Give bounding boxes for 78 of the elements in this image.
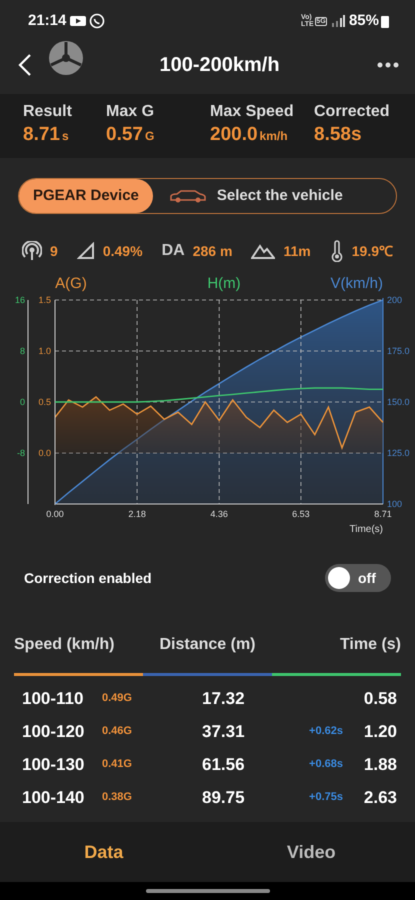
split-time: 2.63: [362, 786, 397, 809]
source-option[interactable]: PGEAR Device: [19, 179, 153, 213]
chat-icon: [89, 13, 106, 29]
stat-label: Max G: [106, 102, 156, 121]
tick-label: 8.71: [374, 509, 392, 519]
tick-label: 6.53: [292, 509, 310, 519]
thermometer-icon: [330, 240, 344, 262]
column-header: Time (s): [338, 635, 401, 655]
tick-label: 16: [14, 295, 25, 305]
video-icon: [70, 15, 86, 27]
tick-label: 200: [387, 295, 402, 305]
series-name: A(G): [55, 275, 87, 292]
column-header: Distance (m): [158, 635, 257, 655]
battery-icon: [381, 14, 389, 28]
split-time: 1.88: [362, 754, 397, 776]
clock-time: 21:14: [28, 10, 66, 31]
speed-range: 100-110: [22, 688, 84, 710]
stat-label: Result: [23, 102, 73, 121]
battery-level: 85%: [348, 10, 379, 31]
signal-icon: [330, 15, 345, 27]
split-time: 1.20: [362, 720, 397, 743]
g-value: 0.38G: [102, 790, 133, 806]
tick-label: 125.0: [387, 448, 410, 458]
tick-label: 100: [387, 499, 402, 509]
speed-range: 100-130: [22, 754, 86, 776]
correction-toggle[interactable]: off: [325, 564, 391, 592]
bottom-tab[interactable]: Data: [0, 822, 208, 882]
condition-value: 9: [50, 242, 58, 260]
split-time: 0.58: [362, 688, 397, 710]
screen-title: 100-200km/h: [158, 53, 281, 78]
tick-label: 0.0: [38, 448, 51, 458]
tick-label: 0.00: [46, 509, 64, 519]
tick-label: 8: [20, 346, 25, 356]
stat-value: 8.58s: [314, 123, 363, 147]
slope-icon: [76, 242, 95, 260]
tick-label: 150.0: [387, 397, 410, 407]
condition-value: 286 m: [192, 242, 232, 260]
distance-value: 17.32: [202, 688, 246, 710]
condition-label: DA: [162, 241, 185, 261]
tick-label: 0: [20, 397, 25, 407]
g-value: 0.41G: [102, 757, 133, 772]
bottom-tab[interactable]: Video: [208, 822, 415, 882]
satellite-icon: [22, 241, 42, 261]
stat-value: 8.71 s: [23, 123, 70, 147]
more-icon[interactable]: [377, 62, 399, 68]
stat-value: 0.57 G: [106, 123, 156, 147]
time-delta: +0.62s: [309, 724, 343, 740]
tick-label: 0.5: [38, 397, 51, 407]
tick-label: 2.18: [128, 509, 146, 519]
time-delta: +0.68s: [309, 757, 343, 772]
distance-value: 89.75: [202, 786, 246, 809]
distance-value: 37.31: [202, 720, 246, 743]
column-header: Speed (km/h): [14, 635, 116, 655]
logo-icon: [48, 40, 84, 76]
tick-label: 1.5: [38, 295, 51, 305]
speed-range: 100-140: [22, 786, 86, 809]
time-delta: +0.75s: [309, 790, 343, 806]
tick-label: 4.36: [210, 509, 228, 519]
g-value: 0.49G: [102, 691, 133, 706]
series-name: V(km/h): [330, 275, 383, 292]
condition-value: 19.9℃: [352, 242, 393, 260]
condition-value: 11m: [283, 242, 311, 260]
stat-value: 200.0 km/h: [210, 123, 289, 147]
series-name: H(m): [207, 275, 241, 292]
tick-label: 175.0: [387, 346, 410, 356]
condition-value: 0.49%: [102, 242, 143, 260]
stat-label: Corrected: [314, 102, 391, 121]
mountain-icon: [251, 243, 276, 259]
setting-label: Correction enabled: [24, 568, 152, 588]
tick-label: 1.0: [38, 346, 51, 356]
car-icon: [168, 189, 207, 203]
stat-label: Max Speed: [210, 102, 295, 121]
source-option[interactable]: Select the vehicle: [152, 179, 357, 213]
tick-label: -8: [16, 448, 25, 458]
distance-value: 61.56: [202, 754, 246, 776]
axis-label: Time(s): [349, 524, 383, 535]
speed-range: 100-120: [22, 720, 86, 743]
g-value: 0.46G: [102, 724, 133, 740]
